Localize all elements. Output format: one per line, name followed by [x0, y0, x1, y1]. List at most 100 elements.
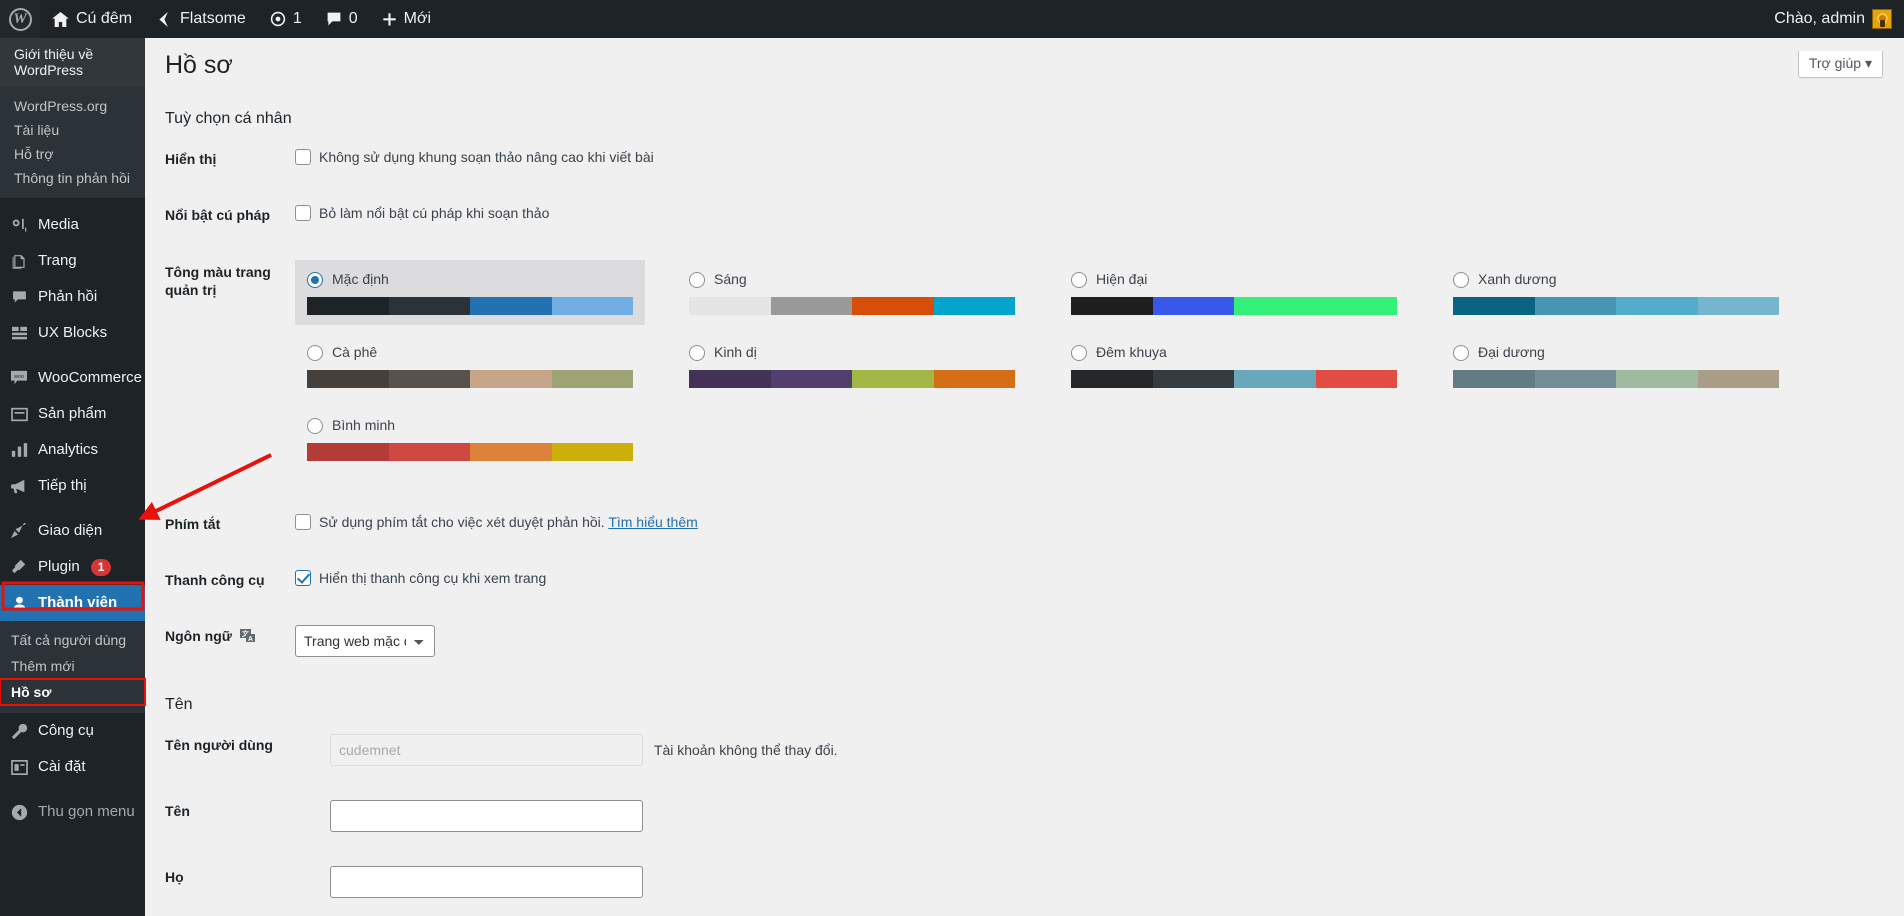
color-swatch-0 — [1071, 296, 1153, 315]
color-scheme-radio-fresh[interactable] — [307, 272, 323, 289]
color-scheme-swatches-modern — [1071, 296, 1397, 315]
color-scheme-radio-light[interactable] — [689, 272, 705, 289]
sidebar-label-pages: Trang — [38, 252, 77, 269]
submenu-item-profile[interactable]: Hồ sơ — [0, 678, 146, 706]
visual-editor-checkbox[interactable] — [295, 148, 311, 165]
sidebar-item-ux-blocks[interactable]: UX Blocks — [0, 315, 145, 351]
toolbar-checkbox-row[interactable]: Hiển thị thanh công cụ khi xem trang — [295, 569, 1855, 589]
sidebar-item-tools[interactable]: Công cụ — [0, 713, 145, 749]
color-scheme-radio-blue[interactable] — [1453, 272, 1469, 289]
color-scheme-radio-midnight[interactable] — [1071, 345, 1087, 362]
color-scheme-coffee[interactable]: Cà phê — [295, 333, 645, 398]
sidebar-item-collapse-menu[interactable]: Thu gọn menu — [0, 794, 145, 830]
color-swatch-2 — [470, 296, 552, 315]
svg-text:A: A — [248, 636, 253, 643]
flyout-link-feedback[interactable]: Thông tin phản hồi — [0, 166, 145, 190]
plugin-icon — [9, 557, 29, 577]
sidebar-label-appearance: Giao diện — [38, 522, 103, 539]
sidebar-item-appearance[interactable]: Giao diện — [0, 513, 145, 549]
toolbar-checkbox[interactable] — [295, 570, 311, 587]
label-admin-color-scheme: Tông màu trang quản trị — [165, 263, 271, 299]
product-icon — [9, 404, 29, 424]
submenu-item-add-new[interactable]: Thêm mới — [0, 653, 145, 679]
flyout-link-documentation[interactable]: Tài liệu — [0, 118, 145, 142]
color-scheme-header: Mặc định — [307, 269, 633, 290]
about-wordpress-link[interactable]: Giới thiệu về WordPress — [0, 38, 145, 87]
color-swatch-0 — [689, 296, 771, 315]
my-account-menu[interactable]: Chào, admin — [1762, 0, 1904, 38]
color-scheme-ocean[interactable]: Đại dương — [1441, 333, 1791, 398]
sidebar-item-products[interactable]: Sản phẩm — [0, 396, 145, 432]
admin-bar-comments[interactable]: 0 — [314, 0, 370, 38]
sidebar-item-pages[interactable]: Trang — [0, 243, 145, 279]
color-scheme-label-coffee: Cà phê — [332, 343, 378, 360]
flyout-link-wordpress-org[interactable]: WordPress.org — [0, 94, 145, 118]
color-scheme-radio-sunrise[interactable] — [307, 418, 323, 435]
sidebar-label-tools: Công cụ — [38, 722, 94, 739]
comments-count: 0 — [348, 10, 358, 27]
plugin-update-badge: 1 — [90, 558, 112, 576]
color-scheme-light[interactable]: Sáng — [677, 260, 1027, 325]
color-scheme-blue[interactable]: Xanh dương — [1441, 260, 1791, 325]
keyboard-shortcuts-learn-more-link[interactable]: Tìm hiểu thêm — [608, 514, 697, 530]
color-scheme-modern[interactable]: Hiện đại — [1059, 260, 1409, 325]
color-scheme-sunrise[interactable]: Bình minh — [295, 406, 645, 471]
sidebar-item-woocommerce[interactable]: woo WooCommerce — [0, 360, 145, 396]
color-swatch-3 — [933, 369, 1015, 388]
color-scheme-ectoplasm[interactable]: Kinh dị — [677, 333, 1027, 398]
translation-icon: 文 A — [239, 629, 256, 643]
submenu-item-all-users[interactable]: Tất cả người dùng — [0, 627, 145, 653]
color-scheme-radio-modern[interactable] — [1071, 272, 1087, 289]
color-scheme-swatches-blue — [1453, 296, 1779, 315]
admin-bar-updates[interactable]: 1 — [258, 0, 314, 38]
sidebar-item-comments[interactable]: Phản hồi — [0, 279, 145, 315]
sidebar-item-marketing[interactable]: Tiếp thị — [0, 468, 145, 504]
syntax-highlighting-checkbox-label: Bỏ làm nổi bật cú pháp khi soạn thảo — [319, 204, 550, 221]
color-scheme-label-midnight: Đêm khuya — [1096, 343, 1167, 360]
language-select[interactable]: Trang web mặc địnhEnglish (United States… — [295, 625, 435, 658]
sidebar-item-media[interactable]: Media — [0, 207, 145, 243]
admin-bar-new-content[interactable]: Mới — [370, 0, 443, 38]
color-scheme-swatches-fresh — [307, 296, 633, 315]
sidebar-item-analytics[interactable]: Analytics — [0, 432, 145, 468]
keyboard-shortcuts-checkbox-row[interactable]: Sử dụng phím tắt cho việc xét duyệt phản… — [295, 513, 1855, 533]
last-name-input[interactable] — [330, 866, 643, 899]
chart-icon — [9, 440, 29, 460]
color-scheme-fresh[interactable]: Mặc định — [295, 259, 645, 325]
color-scheme-midnight[interactable]: Đêm khuya — [1059, 333, 1409, 398]
color-scheme-radio-coffee[interactable] — [307, 345, 323, 362]
admin-bar-flatsome[interactable]: Flatsome — [144, 0, 258, 38]
sidebar-item-users[interactable]: Thành viên — [0, 585, 145, 621]
settings-icon — [9, 757, 29, 777]
color-swatch-1 — [770, 369, 852, 388]
syntax-highlighting-checkbox[interactable] — [295, 204, 311, 221]
visual-editor-checkbox-label: Không sử dụng khung soạn thảo nâng cao k… — [319, 148, 654, 165]
sidebar-label-woocommerce: WooCommerce — [38, 369, 142, 386]
first-name-input[interactable] — [330, 800, 643, 833]
color-scheme-swatches-midnight — [1071, 369, 1397, 388]
wordpress-logo-menu[interactable] — [0, 0, 40, 38]
flyout-link-support[interactable]: Hỗ trợ — [0, 142, 145, 166]
plus-icon — [382, 12, 397, 27]
row-keyboard-shortcuts: Phím tắt Sử dụng phím tắt cho việc xét d… — [165, 496, 1865, 552]
admin-bar-site-name[interactable]: Cú đêm — [40, 0, 144, 38]
sidebar-item-settings[interactable]: Cài đặt — [0, 749, 145, 785]
visual-editor-checkbox-row[interactable]: Không sử dụng khung soạn thảo nâng cao k… — [295, 148, 1855, 168]
flatsome-icon — [156, 11, 173, 28]
color-swatch-1 — [388, 442, 470, 461]
keyboard-shortcuts-checkbox[interactable] — [295, 513, 311, 530]
syntax-highlighting-checkbox-row[interactable]: Bỏ làm nổi bật cú pháp khi soạn thảo — [295, 204, 1855, 224]
brush-icon — [9, 521, 29, 541]
color-swatch-1 — [1152, 296, 1234, 315]
sidebar-item-plugins[interactable]: Plugin 1 — [0, 549, 145, 585]
flatsome-label: Flatsome — [180, 10, 246, 27]
wrench-icon — [9, 721, 29, 741]
color-swatch-0 — [1071, 369, 1153, 388]
sidebar-label-collapse-menu: Thu gọn menu — [38, 803, 135, 820]
color-scheme-radio-ectoplasm[interactable] — [689, 345, 705, 362]
admin-bar-right-group: Chào, admin — [1762, 0, 1904, 38]
personal-options-table: Hiển thị Không sử dụng khung soạn thảo n… — [165, 131, 1865, 675]
color-scheme-radio-ocean[interactable] — [1453, 345, 1469, 362]
collapse-icon — [9, 802, 29, 822]
megaphone-icon — [9, 476, 29, 496]
